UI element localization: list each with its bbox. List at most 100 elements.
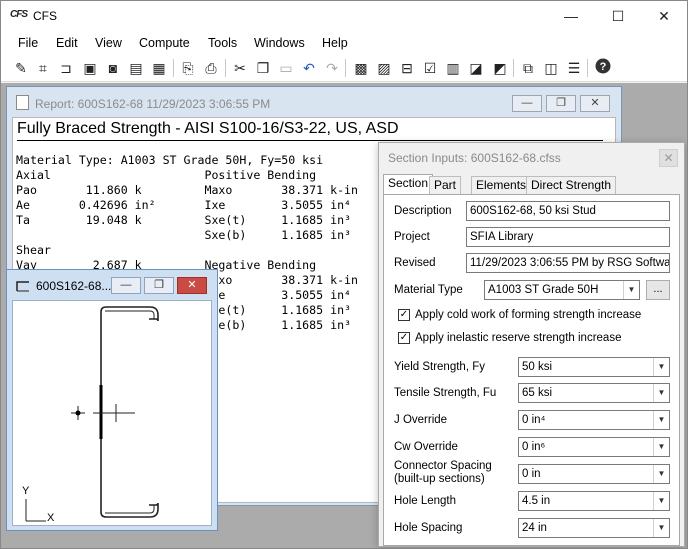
redo-icon[interactable]: ↷ <box>322 58 342 78</box>
hole-length-field[interactable]: 4.5 in ▼ <box>518 491 670 511</box>
section-drawing-canvas[interactable]: Y X <box>12 300 212 526</box>
project-label: Project <box>394 231 430 243</box>
report-icon[interactable]: ▥ <box>443 58 463 78</box>
new-section-icon[interactable]: ⌗ <box>33 58 53 78</box>
menu-compute[interactable]: Compute <box>139 36 190 50</box>
x-axis-label: X <box>47 512 55 524</box>
new-assembly-icon[interactable]: ⊐ <box>56 58 76 78</box>
print-preview-icon[interactable]: ⎘ <box>178 58 198 78</box>
inelastic-reserve-checkbox[interactable]: ✓ <box>398 332 410 344</box>
help-icon[interactable]: ? <box>593 58 613 78</box>
toolbar-separator <box>173 59 174 77</box>
cw-override-field[interactable]: 0 in⁶ ▼ <box>518 437 670 457</box>
hole-spacing-field[interactable]: 24 in ▼ <box>518 518 670 538</box>
menu-windows[interactable]: Windows <box>254 36 305 50</box>
chevron-down-icon: ▼ <box>653 492 669 510</box>
tab-part[interactable]: Part <box>429 176 462 194</box>
j-override-label: J Override <box>394 414 448 426</box>
tile-horizontal-icon[interactable]: ☰ <box>564 58 584 78</box>
tab-elements[interactable]: Elements <box>471 176 532 194</box>
report-divider <box>17 140 603 141</box>
j-override-field[interactable]: 0 in⁴ ▼ <box>518 410 670 430</box>
graph-icon[interactable]: ◪ <box>466 58 486 78</box>
app-logo-icon: CFS <box>10 9 28 20</box>
check-icon[interactable]: ☑ <box>420 58 440 78</box>
chevron-down-icon: ▼ <box>653 411 669 429</box>
description-field[interactable]: 600S162-68, 50 ksi Stud <box>466 201 670 221</box>
preview-close-button[interactable]: ✕ <box>177 277 207 294</box>
chevron-down-icon: ▼ <box>653 438 669 456</box>
tab-section[interactable]: Section <box>383 174 434 195</box>
open-icon[interactable]: ▣ <box>80 58 100 78</box>
cascade-icon[interactable]: ⧉ <box>518 58 538 78</box>
paste-icon[interactable]: ▭ <box>276 58 296 78</box>
hole-length-value: 4.5 in <box>522 495 551 507</box>
description-label: Description <box>394 205 452 217</box>
preview-restore-button[interactable]: ❐ <box>144 277 174 294</box>
chevron-down-icon: ▼ <box>653 519 669 537</box>
tensile-strength-field[interactable]: 65 ksi ▼ <box>518 383 670 403</box>
revised-field[interactable]: 11/29/2023 3:06:55 PM by RSG Software <box>466 253 670 273</box>
material-type-select[interactable]: A1003 ST Grade 50H ▼ <box>484 280 640 300</box>
cfs-application-window: CFS CFS — ☐ ✕ File Edit View Compute Too… <box>0 0 688 549</box>
report-close-button[interactable]: ✕ <box>580 95 610 112</box>
toolbar-separator <box>513 59 514 77</box>
connector-spacing-value: 0 in <box>522 468 541 480</box>
report-restore-button[interactable]: ❐ <box>546 95 576 112</box>
preview-minimize-button[interactable]: — <box>111 277 141 294</box>
report-line: Shear <box>16 243 51 257</box>
hole-length-label: Hole Length <box>394 495 457 507</box>
save-as-icon[interactable]: ▤ <box>126 58 146 78</box>
yield-strength-field[interactable]: 50 ksi ▼ <box>518 357 670 377</box>
report-line: Axial Positive Bending <box>16 168 317 182</box>
preview-window-title: 600S162-68... <box>36 279 112 293</box>
report-title-bar[interactable]: Report: 600S162-68 11/29/2023 3:06:55 PM… <box>7 87 621 119</box>
chevron-down-icon: ▼ <box>623 281 639 299</box>
cut-icon[interactable]: ✂ <box>230 58 250 78</box>
svg-text:?: ? <box>600 61 607 73</box>
section-properties-icon[interactable]: ▩ <box>351 58 371 78</box>
yield-strength-value: 50 ksi <box>522 361 553 373</box>
new-icon[interactable]: ✎ <box>11 58 31 78</box>
minimize-button[interactable]: — <box>548 1 594 32</box>
menu-view[interactable]: View <box>95 36 122 50</box>
c-section-drawing <box>25 306 159 522</box>
report-heading: Fully Braced Strength - AISI S100-16/S3-… <box>17 120 399 137</box>
cold-work-checkbox[interactable]: ✓ <box>398 309 410 321</box>
project-field[interactable]: SFIA Library <box>466 227 670 247</box>
menu-file[interactable]: File <box>18 36 38 50</box>
toolbar-separator <box>587 59 588 77</box>
save-icon[interactable]: ◙ <box>103 58 123 78</box>
tile-vertical-icon[interactable]: ◫ <box>541 58 561 78</box>
toolbar: ✎ ⌗ ⊐ ▣ ◙ ▤ ▦ ⎘ ⎙ ✂ ❐ ▭ ↶ ↷ ▩ ▨ ⊟ ☑ ▥ ◪ … <box>1 54 687 82</box>
report-window-title: Report: 600S162-68 11/29/2023 3:06:55 PM <box>35 97 271 111</box>
section-inputs-icon[interactable]: ▨ <box>374 58 394 78</box>
section-preview-window[interactable]: 600S162-68... — ❐ ✕ Y X <box>6 269 218 531</box>
report-line: Material Type: A1003 ST Grade 50H, Fy=50… <box>16 153 324 167</box>
section-inputs-window[interactable]: Section Inputs: 600S162-68.cfss ✕ Sectio… <box>378 142 685 547</box>
maximize-button[interactable]: ☐ <box>595 1 641 32</box>
copy-icon[interactable]: ❐ <box>253 58 273 78</box>
chevron-down-icon: ▼ <box>653 358 669 376</box>
cold-work-label: Apply cold work of forming strength incr… <box>415 309 642 321</box>
title-bar: CFS CFS — ☐ ✕ <box>1 1 687 32</box>
connector-spacing-field[interactable]: 0 in ▼ <box>518 464 670 484</box>
inputs-close-button[interactable]: ✕ <box>659 149 678 167</box>
menu-bar: File Edit View Compute Tools Windows Hel… <box>1 32 687 54</box>
material-browse-button[interactable]: ... <box>646 280 670 300</box>
chevron-down-icon: ▼ <box>653 384 669 402</box>
tab-direct-strength[interactable]: Direct Strength <box>526 176 617 194</box>
menu-help[interactable]: Help <box>322 36 348 50</box>
menu-edit[interactable]: Edit <box>56 36 78 50</box>
tensile-strength-label: Tensile Strength, Fu <box>394 387 497 399</box>
chevron-down-icon: ▼ <box>653 465 669 483</box>
undo-icon[interactable]: ↶ <box>299 58 319 78</box>
report-minimize-button[interactable]: — <box>512 95 542 112</box>
plot-icon[interactable]: ◩ <box>490 58 510 78</box>
menu-tools[interactable]: Tools <box>208 36 237 50</box>
save-all-icon[interactable]: ▦ <box>149 58 169 78</box>
report-line: Sxe(b) 1.1685 in³ <box>16 228 352 242</box>
loads-icon[interactable]: ⊟ <box>397 58 417 78</box>
print-icon[interactable]: ⎙ <box>201 58 221 78</box>
close-button[interactable]: ✕ <box>641 1 687 32</box>
